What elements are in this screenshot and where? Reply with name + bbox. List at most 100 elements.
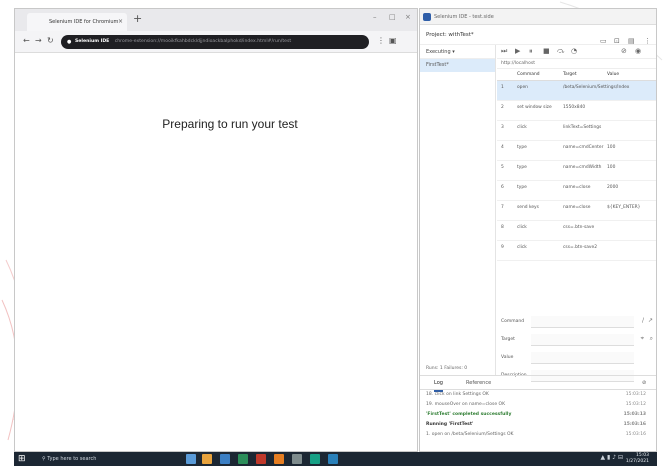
row-target: 1550x840 bbox=[563, 105, 586, 110]
log-line-running: Running 'FirstTest' 15:03:16 bbox=[420, 420, 656, 430]
open-reference-icon[interactable]: ↗ bbox=[648, 317, 653, 324]
row-value: 2000 bbox=[607, 185, 619, 190]
table-row[interactable]: 5 type name=cmdWidth 100 bbox=[497, 161, 656, 181]
table-header: Command Target Value bbox=[497, 69, 656, 81]
preparing-message: Preparing to run your test bbox=[162, 117, 298, 131]
table-row[interactable]: 2 set window size 1550x840 bbox=[497, 101, 656, 121]
tab-bar: Selenium IDE for Chromium × + – □ × bbox=[15, 9, 417, 31]
row-target: name=close bbox=[563, 205, 591, 210]
tab-reference[interactable]: Reference bbox=[466, 376, 491, 390]
log-text: 1. open on /beta/Selenium/Settings OK bbox=[426, 432, 514, 437]
taskbar-app-icon[interactable] bbox=[274, 454, 284, 464]
row-number: 8 bbox=[501, 225, 504, 230]
log-time: 15:03:16 bbox=[625, 432, 646, 437]
menu-icon[interactable]: ⋮ bbox=[377, 36, 385, 45]
row-target: linkText=Settings bbox=[563, 125, 602, 130]
log-time: 15:03:12 bbox=[625, 392, 646, 397]
url-text: chrome-extension://mooikfkahbdckldjjndio… bbox=[114, 39, 292, 44]
row-command: click bbox=[517, 125, 527, 130]
address-bar[interactable]: ● Selenium IDE chrome-extension://mooikf… bbox=[61, 35, 369, 49]
toggle-comment-icon[interactable]: / bbox=[642, 317, 644, 324]
log-line: 19. mouseOver on name=close OK 15:03:12 bbox=[420, 400, 656, 410]
stop-icon[interactable]: ■ bbox=[543, 47, 550, 55]
speed-icon[interactable]: ◔ bbox=[571, 47, 577, 55]
windows-start-icon[interactable]: ⊞ bbox=[18, 454, 26, 464]
table-row[interactable]: 9 click css=.btn-save2 bbox=[497, 241, 656, 261]
extension-puzzle-icon[interactable]: ▣ bbox=[389, 36, 397, 45]
table-row[interactable]: 7 send keys name=close ${KEY_ENTER} bbox=[497, 201, 656, 221]
run-test-icon[interactable]: ▶ bbox=[515, 47, 520, 55]
test-item-label: FirstTest* bbox=[426, 62, 449, 68]
log-line: 1. open on /beta/Selenium/Settings OK 15… bbox=[420, 430, 656, 440]
taskbar-app-icon[interactable] bbox=[220, 454, 230, 464]
row-command: send keys bbox=[517, 205, 539, 210]
system-tray-icons[interactable]: ▲ ▮ ♪ ⊟ bbox=[601, 454, 624, 461]
table-row[interactable]: 3 click linkText=Settings bbox=[497, 121, 656, 141]
row-target: css=.btn-save bbox=[563, 225, 595, 230]
test-item-firsttest[interactable]: FirstTest* bbox=[420, 59, 495, 72]
find-target-icon[interactable]: ⌕ bbox=[650, 335, 653, 343]
target-input[interactable] bbox=[531, 334, 634, 346]
value-input[interactable] bbox=[531, 352, 634, 364]
command-input[interactable] bbox=[531, 316, 634, 328]
address-row: ← → ↻ ● Selenium IDE chrome-extension://… bbox=[15, 31, 417, 53]
table-row[interactable]: 4 type name=cmdCenter 100 bbox=[497, 141, 656, 161]
command-field-row: Command / ↗ bbox=[497, 313, 656, 331]
log-text: 'FirstTest' completed successfully bbox=[426, 412, 512, 417]
row-number: 6 bbox=[501, 185, 504, 190]
ide-title-bar: Selenium IDE - test.side bbox=[420, 9, 656, 25]
taskbar-search[interactable]: ⚲ Type here to search bbox=[34, 453, 174, 465]
runs-summary: Runs: 1 Failures: 0 bbox=[426, 366, 468, 371]
row-target: css=.btn-save2 bbox=[563, 245, 598, 250]
clear-log-icon[interactable]: ⊘ bbox=[642, 376, 646, 390]
back-icon[interactable]: ← bbox=[23, 36, 30, 45]
browser-tab[interactable]: Selenium IDE for Chromium × bbox=[27, 13, 127, 31]
log-line: 18. click on link Settings OK 15:03:12 bbox=[420, 390, 656, 400]
taskbar-app-icon[interactable] bbox=[328, 454, 338, 464]
column-target: Target bbox=[563, 72, 577, 77]
clock-date: 1/27/2021 bbox=[625, 459, 649, 464]
step-icon[interactable]: ⤼ bbox=[557, 47, 564, 56]
executing-dropdown[interactable]: Executing ▾ bbox=[420, 45, 495, 59]
run-all-icon[interactable]: ⏭ bbox=[501, 47, 507, 56]
ide-toolbar: ⏭ ▶ ⏸ ■ ⤼ ◔ ⊘ ◉ bbox=[497, 45, 656, 59]
new-tab-icon[interactable]: + bbox=[133, 12, 142, 25]
taskbar-app-icon[interactable] bbox=[256, 454, 266, 464]
maximize-icon[interactable]: □ bbox=[389, 13, 396, 21]
record-icon[interactable]: ◉ bbox=[635, 47, 641, 55]
table-row[interactable]: 8 click css=.btn-save bbox=[497, 221, 656, 241]
row-number: 3 bbox=[501, 125, 504, 130]
table-row[interactable]: 1 open /beta/Selenium/Settings/Index bbox=[497, 81, 656, 101]
reload-icon[interactable]: ↻ bbox=[47, 36, 54, 45]
log-tabs: Log Reference ⊘ bbox=[420, 376, 656, 392]
pause-icon[interactable]: ⏸ bbox=[529, 47, 533, 56]
log-time: 15:03:16 bbox=[623, 422, 646, 427]
taskbar-app-icon[interactable] bbox=[292, 454, 302, 464]
row-number: 4 bbox=[501, 145, 504, 150]
tab-close-icon[interactable]: × bbox=[118, 13, 123, 31]
base-url[interactable]: http://localhost bbox=[497, 59, 656, 69]
task-view-icon[interactable] bbox=[186, 454, 196, 464]
taskbar-app-icon[interactable] bbox=[310, 454, 320, 464]
row-number: 5 bbox=[501, 165, 504, 170]
log-time: 15:03:12 bbox=[625, 402, 646, 407]
tab-title: Selenium IDE for Chromium bbox=[49, 19, 119, 25]
minimize-icon[interactable]: – bbox=[373, 13, 377, 21]
row-command: click bbox=[517, 245, 527, 250]
select-target-icon[interactable]: ⌖ bbox=[641, 335, 644, 343]
taskbar-app-icon[interactable] bbox=[202, 454, 212, 464]
forward-icon[interactable]: → bbox=[35, 36, 42, 45]
close-window-icon[interactable]: × bbox=[405, 13, 411, 21]
taskbar-app-icon[interactable] bbox=[238, 454, 248, 464]
disable-breakpoints-icon[interactable]: ⊘ bbox=[621, 47, 627, 55]
log-panel: Log Reference ⊘ 18. click on link Settin… bbox=[420, 375, 656, 451]
executing-label: Executing bbox=[426, 49, 451, 55]
row-target: name=cmdWidth bbox=[563, 165, 602, 170]
table-row[interactable]: 6 type name=close 2000 bbox=[497, 181, 656, 201]
log-text: 19. mouseOver on name=close OK bbox=[426, 402, 506, 407]
row-number: 1 bbox=[501, 85, 504, 90]
project-name[interactable]: Project: withTest* bbox=[426, 32, 474, 38]
row-number: 9 bbox=[501, 245, 504, 250]
taskbar-clock[interactable]: 15:03 1/27/2021 bbox=[626, 453, 649, 465]
ide-title: Selenium IDE - test.side bbox=[434, 14, 494, 20]
